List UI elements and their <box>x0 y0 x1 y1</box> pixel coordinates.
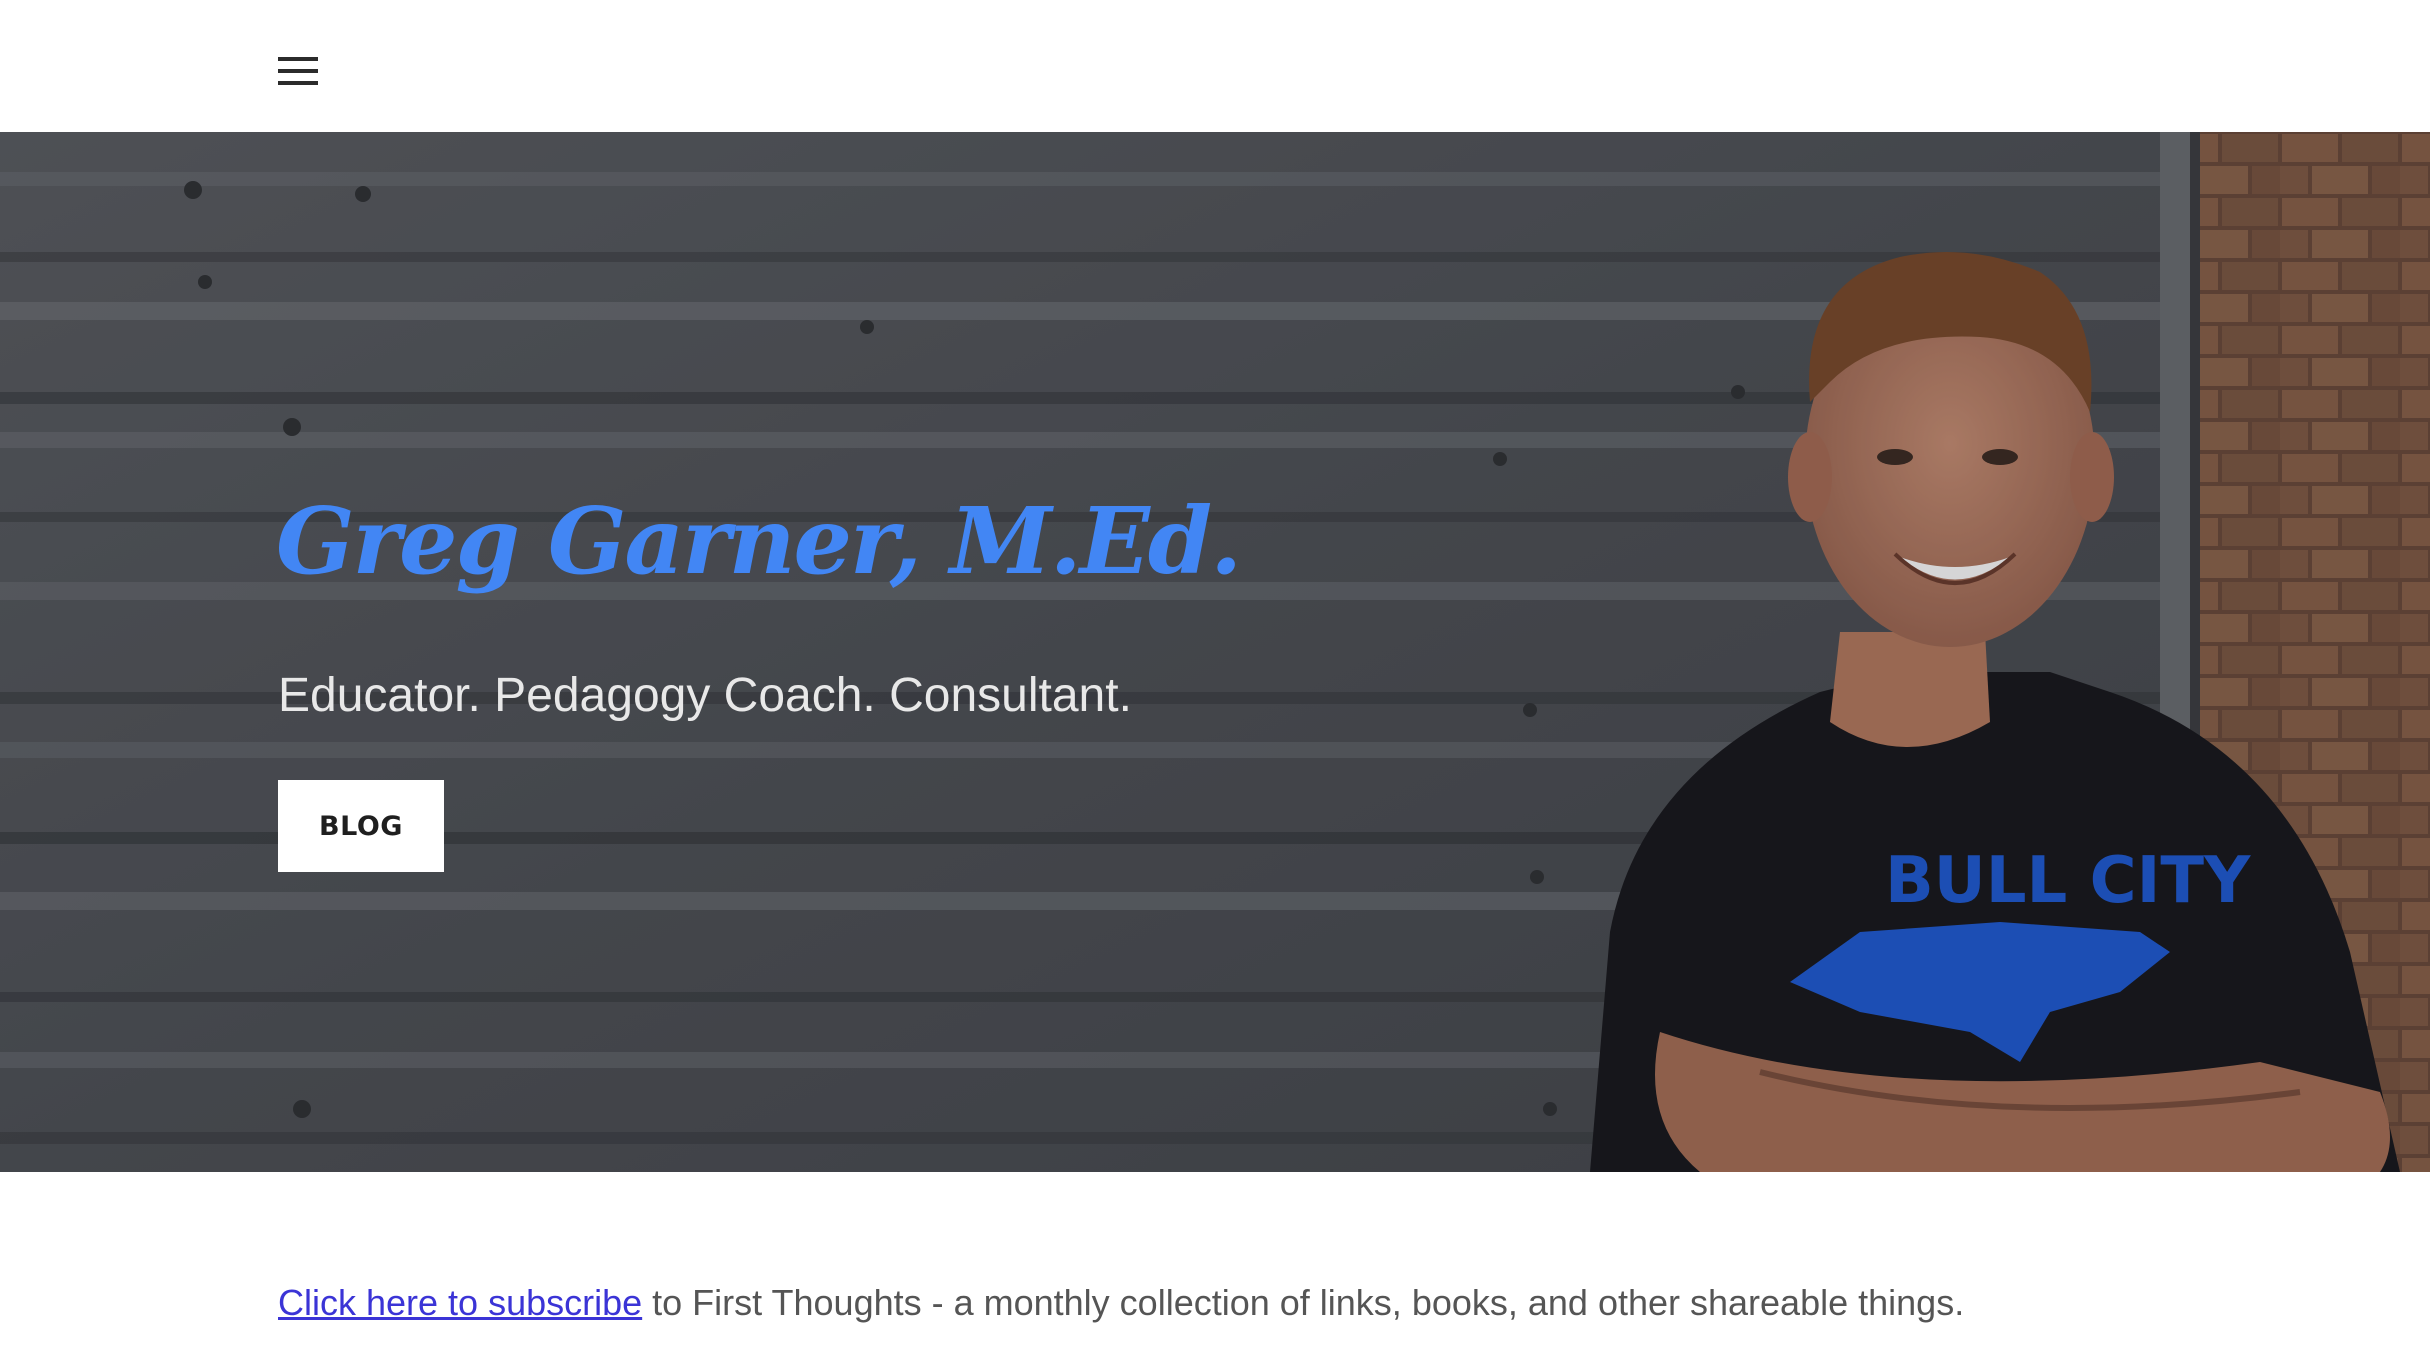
subscribe-paragraph: Click here to subscribe to First Thought… <box>278 1280 1964 1325</box>
menu-bar-bottom <box>278 81 318 85</box>
site-header <box>0 0 2430 132</box>
subscribe-link[interactable]: Click here to subscribe <box>278 1282 642 1323</box>
hero-subtitle: Educator. Pedagogy Coach. Consultant. <box>278 669 1132 722</box>
hero-title: Greg Garner, M.Ed. <box>276 487 1242 595</box>
hamburger-menu-icon[interactable] <box>270 50 326 90</box>
blog-button[interactable]: BLOG <box>278 780 444 872</box>
menu-bar-middle <box>278 69 318 73</box>
menu-bar-top <box>278 57 318 61</box>
subscribe-description: to First Thoughts - a monthly collection… <box>642 1282 1965 1323</box>
hero-banner: BULL CITY Greg Garner, M.Ed. Educator. P… <box>0 132 2430 1172</box>
hero-dark-overlay <box>0 132 2430 1172</box>
